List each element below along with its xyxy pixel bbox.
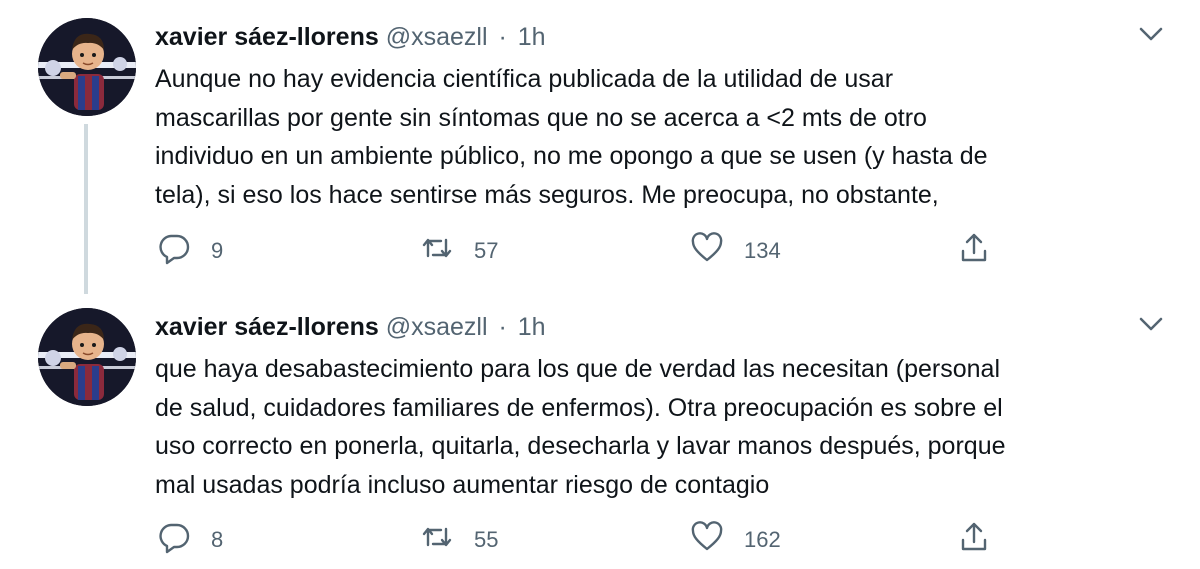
reply-icon	[157, 231, 191, 271]
tweet[interactable]: xavier sáez-llorens @xsaezll · 1h Aunque…	[0, 0, 1200, 294]
reply-count: 8	[211, 527, 224, 552]
avatar[interactable]	[38, 308, 136, 406]
share-button[interactable]	[957, 231, 991, 271]
share-icon	[957, 231, 991, 271]
tweet-header: xavier sáez-llorens @xsaezll · 1h	[155, 20, 546, 54]
thread-line	[84, 124, 88, 294]
reply-button[interactable]: 8	[157, 520, 223, 560]
retweet-button[interactable]: 55	[420, 520, 498, 560]
tweet-text-line: individuo en un ambiente público, no me …	[155, 142, 988, 170]
tweet-text-line: mal usadas podría incluso aumentar riesg…	[155, 470, 770, 499]
tweet-text-line: uso correcto en ponerla, quitarla, desec…	[155, 432, 1006, 460]
tweet-text: Aunque no hay evidencia científica publi…	[155, 60, 1175, 214]
separator: ·	[498, 23, 507, 51]
author-name[interactable]: xavier sáez-llorens	[155, 23, 379, 51]
like-count: 134	[744, 238, 781, 263]
tweet-time[interactable]: 1h	[518, 313, 546, 341]
share-icon	[957, 520, 991, 560]
retweet-icon	[420, 231, 454, 271]
heart-icon	[690, 231, 724, 271]
author-name[interactable]: xavier sáez-llorens	[155, 313, 379, 341]
tweet-text-line: mascarillas por gente sin síntomas que n…	[155, 103, 927, 132]
tweet-text-line: que haya desabastecimiento para los que …	[155, 355, 1000, 383]
author-handle[interactable]: @xsaezll	[386, 313, 488, 341]
avatar[interactable]	[38, 18, 136, 116]
tweet-text: que haya desabastecimiento para los que …	[155, 350, 1175, 504]
heart-icon	[690, 520, 724, 560]
tweet-text-line: tela), si eso los hace sentirse más segu…	[155, 180, 939, 209]
tweet-text-line: Aunque no hay evidencia científica publi…	[155, 65, 894, 93]
tweet[interactable]: xavier sáez-llorens @xsaezll · 1h que ha…	[0, 290, 1200, 569]
tweet-header: xavier sáez-llorens @xsaezll · 1h	[155, 310, 546, 344]
retweet-icon	[420, 520, 454, 560]
reply-button[interactable]: 9	[157, 231, 223, 271]
tweet-text-line: de salud, cuidadores familiares de enfer…	[155, 393, 1003, 422]
like-button[interactable]: 134	[690, 231, 781, 271]
like-count: 162	[744, 527, 781, 552]
author-handle[interactable]: @xsaezll	[386, 23, 488, 51]
reply-count: 9	[211, 238, 224, 263]
like-button[interactable]: 162	[690, 520, 781, 560]
tweet-actions: 9 57 134	[155, 231, 1015, 271]
retweet-count: 55	[474, 527, 499, 552]
chevron-down-icon[interactable]	[1138, 314, 1164, 334]
tweet-actions: 8 55 162	[155, 520, 1015, 560]
chevron-down-icon[interactable]	[1138, 24, 1164, 44]
retweet-button[interactable]: 57	[420, 231, 498, 271]
reply-icon	[157, 520, 191, 560]
tweet-time[interactable]: 1h	[518, 23, 546, 51]
share-button[interactable]	[957, 520, 991, 560]
retweet-count: 57	[474, 238, 499, 263]
separator: ·	[498, 313, 507, 341]
